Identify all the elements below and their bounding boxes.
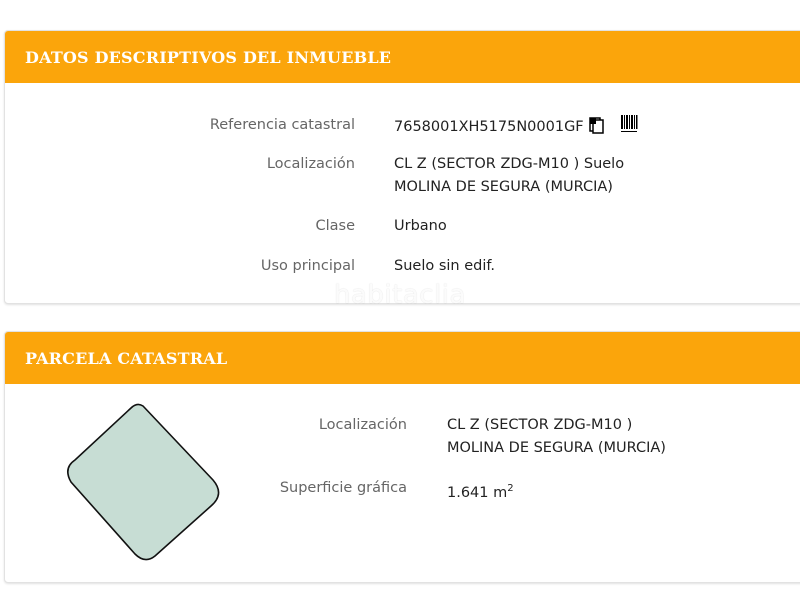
barcode-icon[interactable] bbox=[620, 114, 638, 142]
location-value-line2: MOLINA DE SEGURA (MURCIA) bbox=[394, 179, 613, 195]
parcel-location-value-line1: CL Z (SECTOR ZDG-M10 ) bbox=[447, 417, 633, 433]
graphic-area-label: Superficie gráfica bbox=[279, 480, 407, 496]
class-value: Urbano bbox=[394, 218, 447, 234]
location-value-line1: CL Z (SECTOR ZDG-M10 ) Suelo bbox=[394, 156, 625, 172]
panel-title: PARCELA CATASTRAL bbox=[5, 332, 800, 384]
cadastral-parcel-panel: PARCELA CATASTRAL Localización CL Z (SEC… bbox=[4, 331, 800, 583]
graphic-area-value: 1.641 m2 bbox=[447, 477, 514, 505]
area-unit-exponent: 2 bbox=[507, 483, 514, 494]
cadastral-reference-text: 7658001XH5175N0001GF bbox=[394, 119, 584, 135]
panel-title: DATOS DESCRIPTIVOS DEL INMUEBLE bbox=[5, 31, 800, 83]
location-label: Localización bbox=[266, 156, 355, 172]
graphic-area-number: 1.641 m bbox=[447, 484, 508, 501]
descriptive-data-panel: DATOS DESCRIPTIVOS DEL INMUEBLE Referenc… bbox=[4, 30, 800, 304]
main-use-value: Suelo sin edif. bbox=[394, 258, 496, 274]
parcel-location-value-line2: MOLINA DE SEGURA (MURCIA) bbox=[447, 440, 666, 456]
parcel-location-label: Localización bbox=[318, 417, 407, 433]
cadastral-reference-value: 7658001XH5175N0001GF bbox=[394, 114, 638, 142]
cadastral-reference-label: Referencia catastral bbox=[209, 117, 355, 133]
copy-document-icon[interactable] bbox=[588, 116, 606, 142]
class-label: Clase bbox=[315, 218, 355, 234]
main-use-label: Uso principal bbox=[260, 258, 355, 274]
